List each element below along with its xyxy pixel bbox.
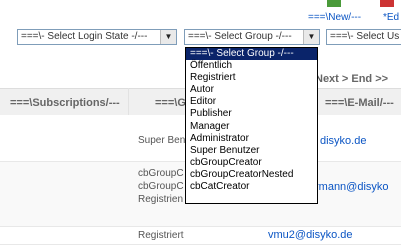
group-option[interactable]: Administrator <box>186 133 317 145</box>
group-option[interactable]: Öffentlich <box>186 60 317 72</box>
edit-button[interactable]: *Ed <box>383 12 399 23</box>
login-state-select[interactable]: ===\- Select Login State -/--- ▼ <box>17 29 177 45</box>
group-option[interactable]: Registriert <box>186 72 317 84</box>
group-select[interactable]: ===\- Select Group -/--- ▼ <box>184 29 320 45</box>
new-button[interactable]: ===\New/--- <box>308 12 361 23</box>
user-select-value: ===\- Select Us <box>330 31 400 42</box>
row-group-line: Registrien <box>138 194 184 205</box>
group-option[interactable]: Publisher <box>186 108 317 120</box>
row-group-line: cbGroupC <box>138 168 184 179</box>
group-option[interactable]: Super Benutzer <box>186 145 317 157</box>
new-icon[interactable] <box>324 0 344 8</box>
group-option[interactable]: Manager <box>186 121 317 133</box>
row-email[interactable]: vmu2@disyko.de <box>268 229 353 241</box>
header-email[interactable]: ===\E-Mail/--- <box>325 97 394 109</box>
header-subscriptions[interactable]: ===\Subscriptions/--- <box>10 97 120 109</box>
chevron-down-icon[interactable]: ▼ <box>160 30 176 44</box>
header-group[interactable]: ===\G <box>155 97 186 109</box>
edit-icon[interactable] <box>378 0 398 8</box>
row-group: Registriert <box>138 230 184 241</box>
login-state-select-value: ===\- Select Login State -/--- <box>21 31 148 42</box>
row-email[interactable]: disyko.de <box>320 135 366 147</box>
group-option[interactable]: cbGroupCreator <box>186 157 317 169</box>
row-group: Super Ben <box>138 135 186 146</box>
group-option[interactable]: cbCatCreator <box>186 181 317 193</box>
row-email[interactable]: rmann@disyko <box>315 181 389 193</box>
group-option[interactable]: ===\- Select Group -/--- <box>186 48 317 61</box>
group-dropdown-list[interactable]: ===\- Select Group -/--- Öffentlich Regi… <box>185 47 318 204</box>
pager-next-end[interactable]: Next > End >> <box>315 73 388 85</box>
group-option[interactable]: Autor <box>186 84 317 96</box>
user-select[interactable]: ===\- Select Us <box>326 29 401 45</box>
chevron-down-icon[interactable]: ▼ <box>303 30 319 44</box>
group-option[interactable]: cbGroupCreatorNested <box>186 169 317 181</box>
group-select-value: ===\- Select Group -/--- <box>188 31 292 42</box>
row-group-line: cbGroupC <box>138 181 184 192</box>
table-row: Registriert vmu2@disyko.de <box>0 227 401 245</box>
group-option[interactable]: Editor <box>186 96 317 108</box>
